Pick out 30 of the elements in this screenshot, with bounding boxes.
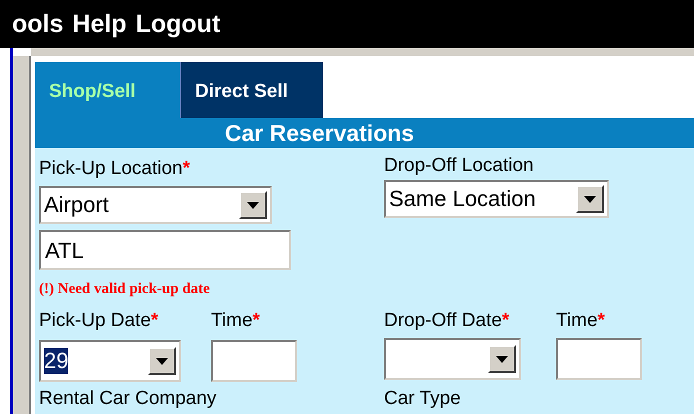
tab[interactable]: Direct Sell: [180, 62, 323, 118]
field-label: Rental Car Company: [39, 388, 216, 410]
text-field[interactable]: [556, 338, 642, 380]
field-label: Pick-Up Date: [39, 310, 151, 332]
menu-item[interactable]: ools: [12, 9, 64, 39]
tab[interactable]: Shop/Sell: [35, 62, 180, 118]
field-label: Drop-Off Location: [384, 155, 534, 177]
select-value: Airport: [44, 192, 109, 218]
required-mark: *: [150, 310, 158, 332]
dropdown-select[interactable]: [384, 338, 521, 380]
text-field[interactable]: ATL: [39, 230, 291, 270]
field-label: Drop-Off Date: [384, 310, 502, 332]
field-label: Time: [556, 310, 598, 332]
section-header: Car Reservations: [35, 118, 694, 148]
text-field[interactable]: [211, 340, 297, 382]
dropdown-select[interactable]: Same Location: [384, 180, 609, 218]
required-mark: *: [182, 158, 190, 180]
menu-item[interactable]: Help: [72, 9, 127, 39]
menu-item[interactable]: Logout: [136, 9, 220, 39]
required-mark: *: [598, 310, 605, 332]
select-value: 29: [44, 348, 68, 374]
dropdown-select[interactable]: 29: [39, 340, 181, 382]
required-mark: *: [252, 310, 260, 332]
field-label: Time: [211, 310, 253, 332]
dropdown-select[interactable]: Airport: [39, 186, 272, 224]
field-label: Pick-Up Location: [39, 158, 183, 180]
field-label: Car Type: [384, 388, 461, 410]
required-mark: *: [502, 310, 510, 332]
error-message: (!) Need valid pick-up date: [39, 280, 211, 298]
select-value: Same Location: [389, 186, 536, 212]
